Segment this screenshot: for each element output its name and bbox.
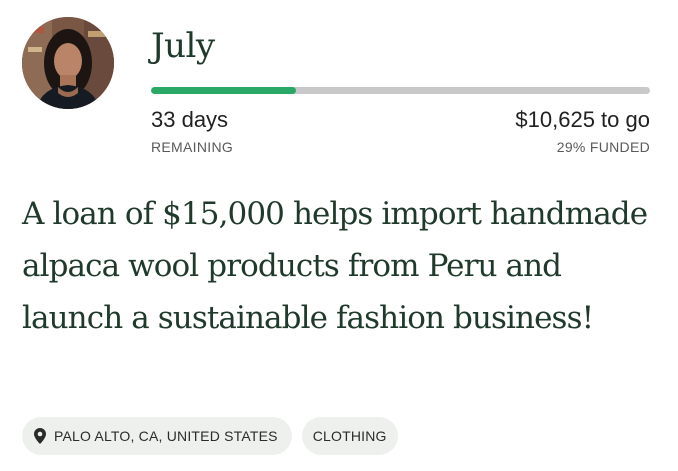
borrower-photo: [22, 17, 114, 109]
location-tag-label: PALO ALTO, CA, UNITED STATES: [54, 428, 278, 444]
days-remaining-caption: REMAINING: [151, 139, 234, 155]
loan-tags: PALO ALTO, CA, UNITED STATES CLOTHING: [22, 417, 398, 455]
amount-to-go-value: $10,625 to go: [515, 107, 650, 132]
map-pin-icon: [34, 428, 46, 444]
funding-progress-fill: [151, 87, 296, 94]
days-remaining-value: 33 days: [151, 107, 229, 132]
category-tag[interactable]: CLOTHING: [301, 417, 398, 455]
borrower-avatar[interactable]: [22, 17, 114, 109]
category-tag-label: CLOTHING: [312, 428, 387, 444]
location-tag[interactable]: PALO ALTO, CA, UNITED STATES: [22, 417, 292, 455]
loan-description[interactable]: A loan of $15,000 helps import handmade …: [22, 188, 652, 344]
borrower-name[interactable]: July: [151, 26, 215, 66]
funding-progress-bar: [151, 87, 650, 94]
percent-funded-caption: 29% FUNDED: [556, 139, 650, 155]
